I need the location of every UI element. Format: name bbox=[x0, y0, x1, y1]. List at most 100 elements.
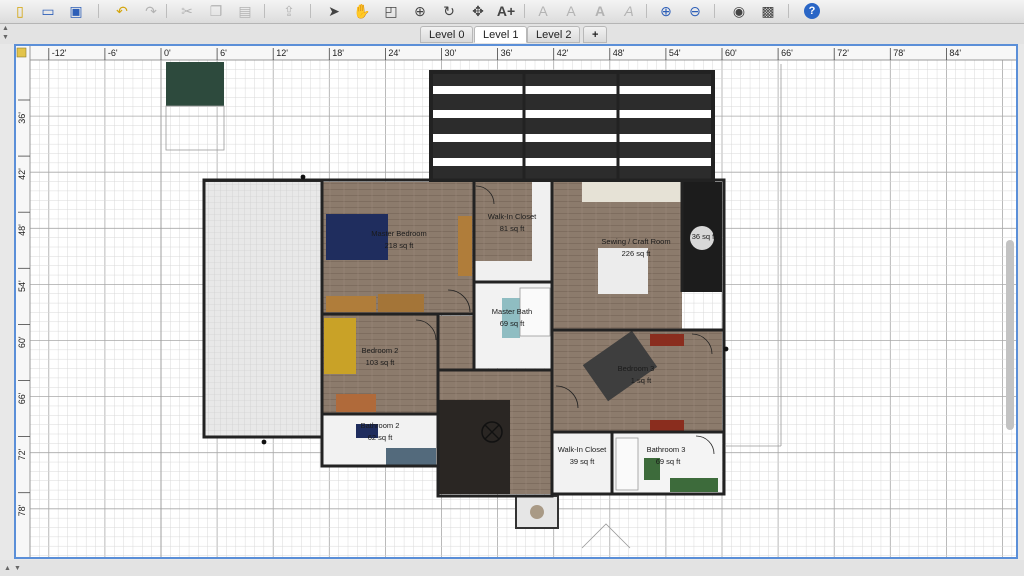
select-icon[interactable]: ➤ bbox=[324, 2, 344, 20]
room-area-label: 218 sq ft bbox=[385, 241, 415, 250]
ruler-label: 48' bbox=[17, 224, 27, 236]
toolbar-separator bbox=[264, 4, 265, 18]
room-area-label: 39 sq ft bbox=[570, 457, 596, 466]
room-area-label: 226 sq ft bbox=[622, 249, 652, 258]
ruler-label: 48' bbox=[613, 48, 625, 58]
vanity[interactable] bbox=[386, 448, 436, 466]
dresser[interactable] bbox=[650, 334, 684, 346]
tab-level-1[interactable]: Level 1 bbox=[474, 26, 528, 43]
split-right-arrow-icon[interactable]: ▼ bbox=[14, 565, 21, 572]
room-name-label: Sewing / Craft Room bbox=[601, 237, 670, 246]
bath-mat bbox=[502, 298, 520, 338]
split-left-arrow-icon[interactable]: ▲ bbox=[4, 565, 11, 572]
ruler-label: 54' bbox=[17, 280, 27, 292]
collapse-up-arrow-icon[interactable]: ▲ bbox=[2, 25, 9, 32]
ruler-label: 72' bbox=[837, 48, 849, 58]
create-rooms-icon[interactable]: ⊕ bbox=[410, 2, 430, 20]
vertical-scrollbar[interactable] bbox=[1006, 240, 1014, 430]
add-furniture-icon[interactable]: ⇪ bbox=[279, 2, 299, 20]
room-area-label: 62 sq ft bbox=[368, 433, 394, 442]
level-tabs: ▲ ▼ Level 0 Level 1 Level 2 + bbox=[0, 24, 1024, 44]
toolbar-separator bbox=[310, 4, 311, 18]
ruler-corner-icon bbox=[16, 47, 27, 58]
counter[interactable] bbox=[582, 182, 682, 202]
create-photo-icon[interactable]: ◉ bbox=[729, 2, 749, 20]
ruler-label: -6' bbox=[108, 48, 118, 58]
redo-icon[interactable]: ↷ bbox=[141, 2, 161, 20]
room-name-label: Bedroom 3 bbox=[618, 364, 655, 373]
bed[interactable] bbox=[324, 318, 356, 374]
bold-text-icon[interactable]: A bbox=[590, 2, 610, 20]
dresser[interactable] bbox=[650, 420, 684, 432]
tab-level-0[interactable]: Level 0 bbox=[420, 26, 474, 43]
pergola[interactable] bbox=[429, 70, 715, 184]
desk[interactable] bbox=[378, 294, 424, 312]
ruler-label: 78' bbox=[893, 48, 905, 58]
room-name-label: Bathroom 2 bbox=[361, 421, 400, 430]
pan-icon[interactable]: ✋ bbox=[352, 2, 372, 20]
zoom-in-icon[interactable]: ⊕ bbox=[656, 2, 676, 20]
room-area-label: 103 sq ft bbox=[366, 358, 396, 367]
room-name-label: Walk-In Closet bbox=[488, 212, 537, 221]
toolbar-separator bbox=[98, 4, 99, 18]
cut-icon[interactable]: ✂ bbox=[177, 2, 197, 20]
zoom-out-icon[interactable]: ⊖ bbox=[685, 2, 705, 20]
create-walls-icon[interactable]: ◰ bbox=[381, 2, 401, 20]
ruler-label: 66' bbox=[781, 48, 793, 58]
undo-icon[interactable]: ↶ bbox=[112, 2, 132, 20]
room-area-label: 69 sq ft bbox=[656, 457, 682, 466]
room-name-label: Master Bedroom bbox=[371, 229, 426, 238]
main-toolbar: ▯ ▭ ▣ ↶ ↷ ✂ ❐ ▤ ⇪ ➤ ✋ ◰ ⊕ ↻ ✥ A+ A A A A… bbox=[0, 0, 1024, 24]
wall-point-icon bbox=[261, 439, 267, 445]
ruler-label: 6' bbox=[220, 48, 227, 58]
save-icon[interactable]: ▣ bbox=[66, 2, 86, 20]
wall-point-icon bbox=[723, 346, 729, 352]
room-name-label: Walk-In Closet bbox=[558, 445, 607, 454]
room-name-label: Bedroom 2 bbox=[362, 346, 399, 355]
ruler-label: 30' bbox=[445, 48, 457, 58]
vanity[interactable] bbox=[670, 478, 718, 492]
patio[interactable] bbox=[203, 180, 323, 438]
increase-text-size-icon[interactable]: A bbox=[533, 2, 553, 20]
tab-level-2[interactable]: Level 2 bbox=[527, 26, 581, 43]
toolbar-separator bbox=[714, 4, 715, 18]
toolbar-separator bbox=[524, 4, 525, 18]
ruler-label: 42' bbox=[17, 168, 27, 180]
bathtub[interactable] bbox=[615, 437, 639, 491]
ruler-label: -12' bbox=[52, 48, 67, 58]
copy-icon[interactable]: ❐ bbox=[206, 2, 226, 20]
decrease-text-size-icon[interactable]: A bbox=[561, 2, 581, 20]
add-level-button[interactable]: + bbox=[583, 26, 608, 43]
help-icon[interactable]: ? bbox=[804, 3, 820, 19]
desk[interactable] bbox=[326, 296, 376, 312]
hallway[interactable] bbox=[438, 316, 474, 372]
create-polylines-icon[interactable]: ↻ bbox=[439, 2, 459, 20]
create-video-icon[interactable]: ▩ bbox=[758, 2, 778, 20]
plan-canvas[interactable]: -12' -6' 0' 6' 12' 18' 24' 30' 36' 42' 48' 54' 60' 66… bbox=[16, 46, 1016, 557]
dresser[interactable] bbox=[458, 216, 472, 276]
plan-view[interactable]: -12' -6' 0' 6' 12' 18' 24' 30' 36' 42' 48' 54' 60' 66… bbox=[14, 44, 1018, 559]
entertainment-center[interactable] bbox=[438, 400, 510, 494]
add-text-icon[interactable]: A+ bbox=[496, 2, 516, 20]
ruler-label: 0' bbox=[164, 48, 171, 58]
plant-icon bbox=[530, 505, 544, 519]
open-icon[interactable]: ▭ bbox=[38, 2, 58, 20]
create-dimensions-icon[interactable]: ✥ bbox=[468, 2, 488, 20]
collapse-down-arrow-icon[interactable]: ▼ bbox=[2, 34, 9, 41]
room-name-label: Bathroom 3 bbox=[647, 445, 686, 454]
ruler-label: 42' bbox=[557, 48, 569, 58]
toolbar-separator bbox=[646, 4, 647, 18]
ruler-label: 78' bbox=[17, 504, 27, 516]
new-home-icon[interactable]: ▯ bbox=[10, 2, 30, 20]
room-area-label: 81 sq ft bbox=[500, 224, 526, 233]
ruler-label: 36' bbox=[501, 48, 513, 58]
room-area-label: 36 sq ft bbox=[692, 232, 718, 241]
hot-tub[interactable] bbox=[166, 62, 224, 106]
ruler-label: 24' bbox=[388, 48, 400, 58]
ruler-label: 54' bbox=[669, 48, 681, 58]
desk[interactable] bbox=[336, 394, 376, 412]
paste-icon[interactable]: ▤ bbox=[235, 2, 255, 20]
toolbar-separator bbox=[788, 4, 789, 18]
italic-text-icon[interactable]: A bbox=[619, 2, 639, 20]
room-area-label: 69 sq ft bbox=[500, 319, 526, 328]
